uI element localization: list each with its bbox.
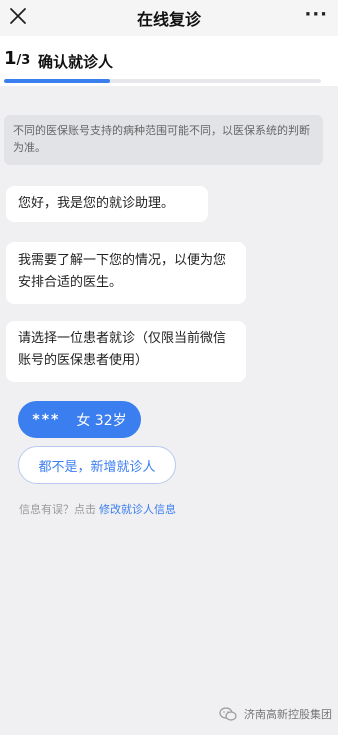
- add-patient-button[interactable]: 都不是，新增就诊人: [18, 446, 176, 484]
- edit-patient-link[interactable]: 修改就诊人信息: [99, 503, 176, 516]
- progress-fill: [4, 79, 110, 83]
- navbar: 在线复诊 ···: [0, 0, 338, 36]
- step-total: /3: [16, 53, 31, 68]
- assistant-message: 我需要了解一下您的情况，以便为您安排合适的医生。: [6, 242, 246, 304]
- patient-name: ***: [32, 411, 61, 428]
- info-hint-text: 信息有误？点击: [19, 503, 96, 516]
- assistant-message: 请选择一位患者就诊（仅限当前微信账号的医保患者使用）: [6, 321, 246, 382]
- more-icon[interactable]: ···: [304, 4, 328, 25]
- wechat-icon: [219, 707, 237, 721]
- watermark-text: 济南高新控股集团: [244, 708, 332, 721]
- insurance-notice: 不同的医保账号支持的病种范围可能不同，以医保系统的判断为准。: [4, 115, 323, 165]
- patient-option-button[interactable]: *** 女 32岁: [18, 401, 141, 438]
- step-indicator: 1/3: [4, 48, 30, 69]
- progress-bar: [4, 79, 321, 83]
- assistant-message: 您好，我是您的就诊助理。: [6, 186, 208, 222]
- step-header: 1/3 确认就诊人: [0, 36, 338, 86]
- close-icon[interactable]: [7, 5, 29, 27]
- patient-info: 女 32岁: [76, 412, 127, 429]
- step-current: 1: [4, 48, 17, 69]
- info-hint: 信息有误？点击 修改就诊人信息: [19, 501, 176, 517]
- page-title: 在线复诊: [136, 10, 201, 29]
- watermark: 济南高新控股集团: [218, 700, 332, 728]
- step-title: 确认就诊人: [38, 53, 114, 71]
